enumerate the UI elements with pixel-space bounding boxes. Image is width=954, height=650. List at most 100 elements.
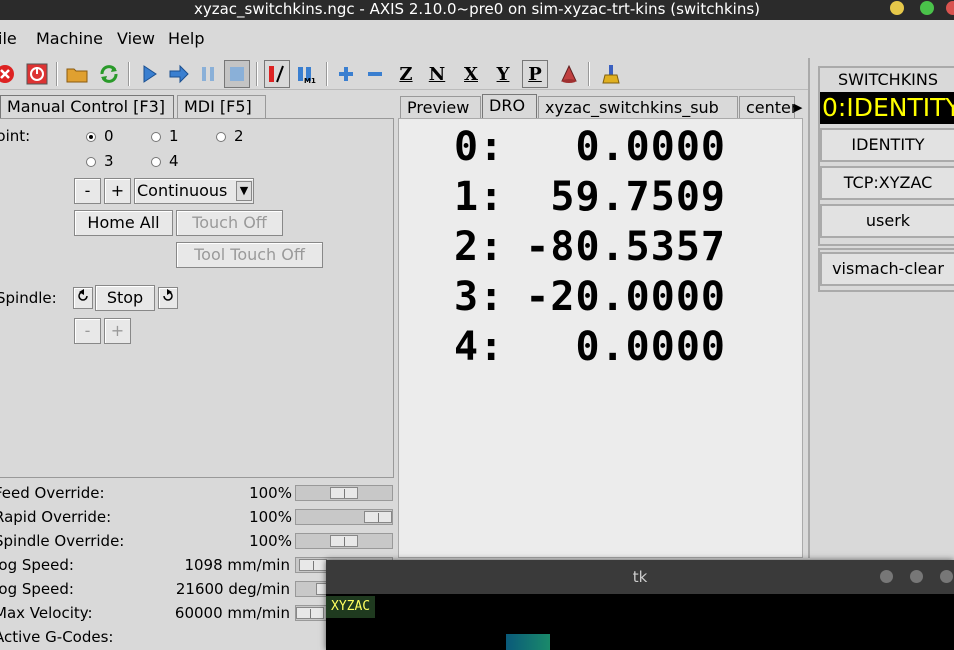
view-y-icon[interactable]: Y [490,60,516,88]
max-velocity-value: 60000 mm/min [174,604,290,622]
tk-close-icon[interactable] [940,570,953,583]
tab-mdi[interactable]: MDI [F5] [177,95,266,119]
tab-manual-control[interactable]: Manual Control [F3] [0,95,174,119]
stop-icon[interactable] [224,60,250,88]
chevron-down-icon[interactable]: ▼ [236,181,252,201]
window-title-bar: xyzac_switchkins.ngc - AXIS 2.10.0~pre0 … [0,0,954,20]
step-icon[interactable] [166,60,192,88]
maximize-icon[interactable] [920,1,934,15]
view-z2-icon[interactable]: N [424,60,450,88]
spindle-cw-icon[interactable] [158,287,178,309]
spindle-override-slider[interactable] [295,533,393,549]
joint-3-label: 3 [104,152,114,170]
clear-plot-icon[interactable] [598,60,624,88]
joint-2-radio[interactable] [216,132,226,142]
joint-0-label: 0 [104,127,114,145]
slider-thumb[interactable] [296,607,324,619]
spindle-minus-button[interactable]: - [74,318,101,344]
active-gcodes-label: Active G-Codes: [0,628,114,646]
tk-minimize-icon[interactable] [880,570,893,583]
joint-4-label: 4 [169,152,179,170]
tk-title: tk [632,568,648,586]
joint-0-radio[interactable] [86,132,96,142]
spindle-override-value: 100% [249,532,292,550]
jog-mode-value: Continuous [137,181,228,200]
tool-touch-off-button[interactable]: Tool Touch Off [176,242,323,268]
feed-override-label: Feed Override: [0,484,105,502]
identity-button[interactable]: IDENTITY [820,128,954,162]
feed-override-value: 100% [249,484,292,502]
slider-thumb[interactable] [364,511,392,523]
svg-text:M1: M1 [304,77,316,84]
touch-off-button[interactable]: Touch Off [176,210,283,236]
jog-speed-linear-value: 1098 mm/min [184,556,290,574]
open-folder-icon[interactable] [64,60,90,88]
joint-1-radio[interactable] [151,132,161,142]
switchkins-status: 0:IDENTITY [820,92,954,124]
dro-row-0: 0: 0.0000 [454,124,726,170]
estop-icon[interactable] [0,60,18,88]
feed-override-slider[interactable] [295,485,393,501]
tk-title-bar: tk [326,560,954,594]
menu-machine[interactable]: Machine [36,27,103,51]
view-z-icon[interactable]: Z [393,60,419,88]
userk-button[interactable]: userk [820,204,954,238]
tab-preview[interactable]: Preview [400,96,481,120]
jog-speed-angular-label: Jog Speed: [0,580,74,598]
menu-view[interactable]: View [117,27,155,51]
menu-help[interactable]: Help [168,27,204,51]
rotate-view-icon[interactable] [556,60,582,88]
reload-icon[interactable] [96,60,122,88]
spindle-override-label: Spindle Override: [0,532,125,550]
view-x-icon[interactable]: X [458,60,484,88]
tab-center[interactable]: center [739,96,795,120]
block-delete-icon[interactable] [264,60,290,88]
rapid-override-slider[interactable] [295,509,393,525]
jog-minus-button[interactable]: - [74,178,101,204]
optional-stop-icon[interactable]: M1 [294,60,320,88]
window-title: xyzac_switchkins.ngc - AXIS 2.10.0~pre0 … [193,0,761,18]
jog-plus-button[interactable]: + [104,178,131,204]
jog-speed-linear-label: Jog Speed: [0,556,74,574]
tk-maximize-icon[interactable] [910,570,923,583]
power-icon[interactable] [24,60,50,88]
close-icon[interactable] [946,1,954,15]
spindle-ccw-icon[interactable] [73,287,93,309]
dro-row-1: 1: 59.7509 [454,174,726,220]
dro-row-2: 2: -80.5357 [454,224,726,270]
tk-kins-badge: XYZAC [326,596,376,618]
tab-xyzac-switchkins-sub[interactable]: xyzac_switchkins_sub [538,96,738,120]
slider-thumb[interactable] [330,487,358,499]
tab-dro[interactable]: DRO [482,94,537,120]
toolbar: M1 Z N X Y P [0,58,808,90]
joint-3-radio[interactable] [86,157,96,167]
zoom-out-icon[interactable] [362,60,388,88]
joint-2-label: 2 [234,127,244,145]
joint-1-label: 1 [169,127,179,145]
vismach-clear-button[interactable]: vismach-clear [820,252,954,286]
zoom-in-icon[interactable] [333,60,359,88]
switchkins-header: SWITCHKINS [837,70,939,89]
dro-panel: 0: 0.0000 1: 59.7509 2: -80.5357 3: -20.0000… [398,118,803,558]
dro-row-4: 4: 0.0000 [454,324,726,370]
jog-mode-select[interactable]: Continuous ▼ [134,178,254,204]
view-p-icon[interactable]: P [522,60,548,88]
run-icon[interactable] [137,60,163,88]
tk-scene-object [506,634,550,650]
switchkins-panel: SWITCHKINS 0:IDENTITY IDENTITY TCP:XYZAC… [808,58,954,558]
home-all-button[interactable]: Home All [74,210,173,236]
slider-thumb[interactable] [330,535,358,547]
spindle-stop-button[interactable]: Stop [95,285,155,311]
dro-row-3: 3: -20.0000 [454,274,726,320]
spindle-plus-button[interactable]: + [104,318,131,344]
menu-file[interactable]: File [0,27,17,51]
pause-icon[interactable] [195,60,221,88]
menu-bar: File Machine View Help [0,27,954,51]
joint-label: Joint: [0,127,31,145]
tcp-xyzac-button[interactable]: TCP:XYZAC [820,166,954,200]
joint-4-radio[interactable] [151,157,161,167]
tab-scroll-right-icon[interactable]: ▶ [794,98,804,118]
minimize-icon[interactable] [890,1,904,15]
jog-speed-angular-value: 21600 deg/min [175,580,290,598]
slider-thumb[interactable] [299,559,327,571]
